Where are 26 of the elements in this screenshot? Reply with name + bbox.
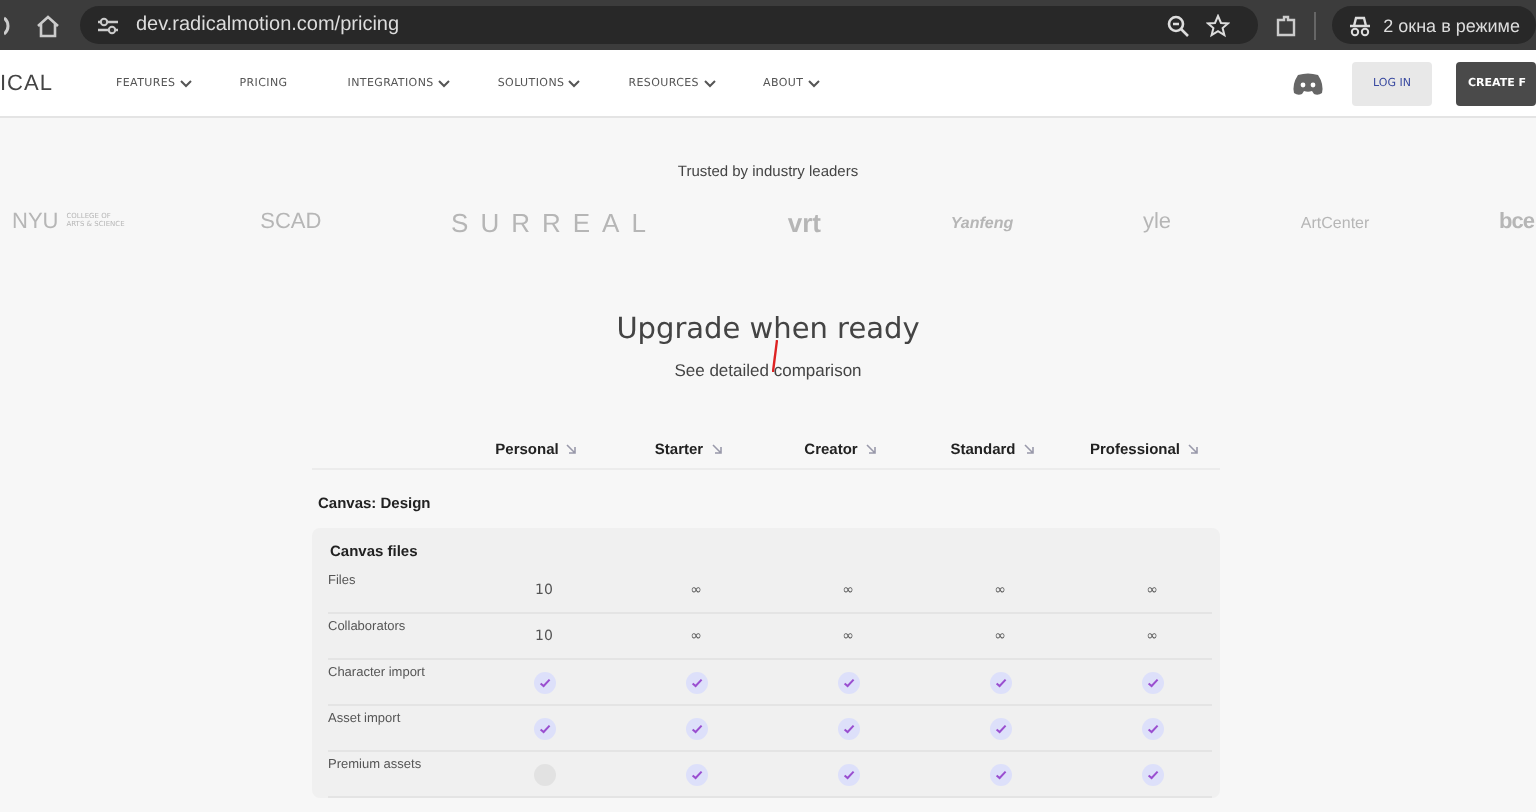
arrow-icon — [1188, 443, 1198, 453]
star-icon[interactable] — [1205, 13, 1230, 37]
extensions-icon[interactable] — [1273, 13, 1298, 37]
client-logo: yle — [1142, 210, 1172, 234]
home-icon[interactable] — [36, 13, 60, 37]
client-logo: bce — [1499, 210, 1534, 234]
discord-icon[interactable] — [1292, 71, 1324, 95]
zoom-icon[interactable] — [1165, 13, 1190, 37]
client-logo: vrt — [787, 207, 821, 237]
client-logo: SURREAL — [451, 207, 658, 237]
arrow-icon — [1023, 443, 1034, 453]
arrow-icon — [711, 443, 722, 453]
profile-button[interactable]: 2 окна в режиме — [1331, 6, 1536, 44]
incognito-icon — [1347, 13, 1372, 37]
client-logo: SCAD — [260, 210, 322, 234]
client-logo: Yanfeng — [950, 213, 1014, 231]
arrow-icon — [865, 443, 876, 453]
client-logo: NYU — [12, 210, 59, 234]
comparison-link[interactable]: See detailed comparison — [674, 360, 862, 380]
site-settings-icon[interactable] — [96, 13, 120, 37]
client-logo: ArtCenter — [1300, 213, 1370, 231]
arrow-icon — [566, 443, 577, 453]
page-heading: Upgrade when ready — [616, 314, 920, 346]
address-bar[interactable]: dev.radicalmotion.com/pricing — [80, 6, 1258, 44]
logo-text[interactable]: ICAL — [0, 71, 116, 95]
cursor-stroke — [771, 340, 777, 372]
